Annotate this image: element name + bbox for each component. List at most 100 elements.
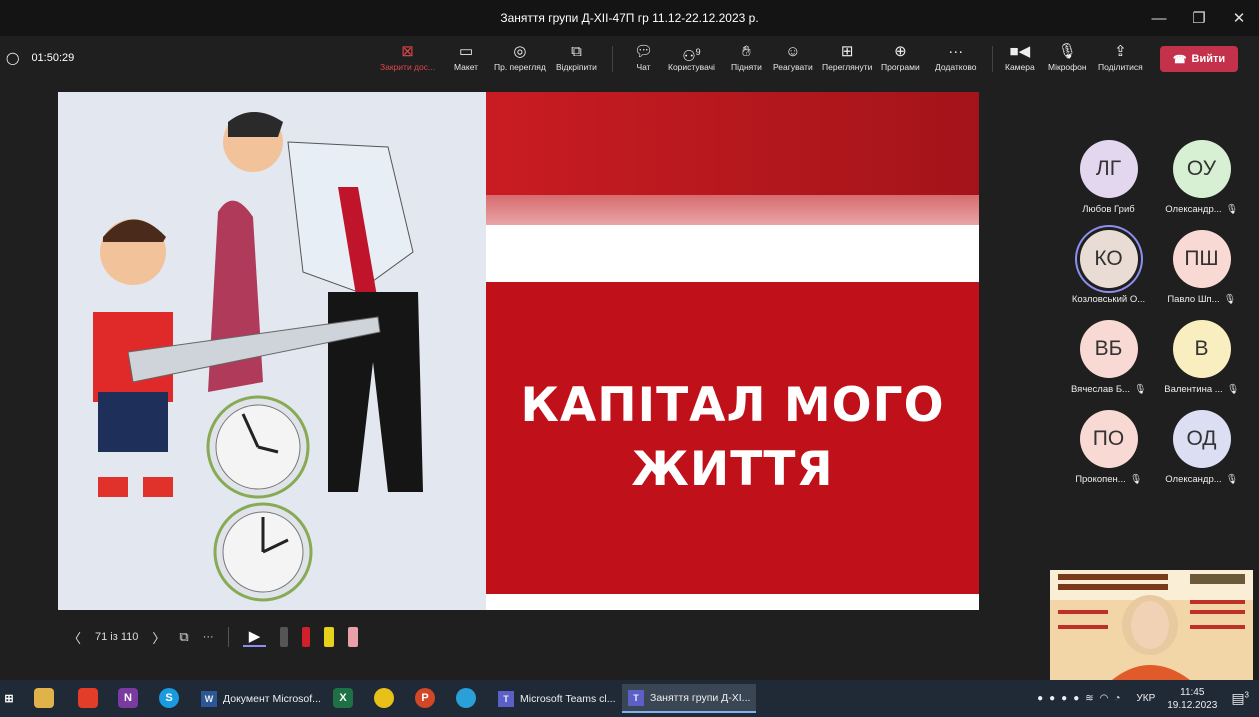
slide-grid-icon[interactable]: ⧉ — [179, 629, 188, 645]
presenter-video[interactable] — [1050, 570, 1253, 680]
prev-slide-button[interactable]: 〈 — [68, 628, 81, 647]
camera-button[interactable]: ■◀︎ Камера — [1005, 42, 1035, 72]
pointer-icon[interactable]: ▶ — [242, 627, 267, 647]
window-title: Заняття групи Д-ХІІ-47П гр 11.12-22.12.2… — [500, 11, 759, 25]
mic-muted-icon: 🎙︎ — [1225, 204, 1238, 215]
view-all-button[interactable]: ⊞ Переглянути — [822, 42, 872, 72]
avatar: ОД — [1172, 410, 1231, 468]
slide-title-panel: КАПІТАЛ МОГО ЖИТТЯ — [486, 92, 979, 610]
share-button[interactable]: ⇪ Поділитися — [1098, 42, 1143, 72]
eraser-icon[interactable] — [348, 627, 359, 647]
participant-tile[interactable]: ПШ Павло Шп... 🎙︎ — [1155, 230, 1248, 320]
avatar: ЛГ — [1079, 140, 1138, 198]
avatar: КО — [1079, 230, 1138, 288]
participant-tile[interactable]: В Валентина ... 🎙︎ — [1155, 320, 1248, 410]
meeting-timer: ◯ 01:50:29 — [6, 51, 74, 65]
title-bar: Заняття групи Д-ХІІ-47П гр 11.12-22.12.2… — [0, 0, 1259, 36]
word-icon: W — [201, 690, 217, 707]
chrome-icon[interactable] — [374, 688, 394, 708]
popout-icon: ⧉ — [571, 43, 582, 60]
elapsed-time: 01:50:29 — [31, 52, 75, 64]
next-slide-button[interactable]: 〉 — [152, 628, 165, 647]
system-tray: ●●●●≋◠◔ УКР 11:45 19.12.2023 ▤3 — [1037, 680, 1259, 717]
leave-button[interactable]: ☎ Вийти — [1160, 46, 1238, 72]
avatar: ПО — [1079, 410, 1138, 468]
taskbar-word-app[interactable]: W Документ Microsof... — [195, 684, 327, 713]
language-indicator[interactable]: УКР — [1136, 693, 1155, 704]
meeting-toolbar: ◯ 01:50:29 ⊠ Закрити дос... ▭ Макет ◎ Пр… — [0, 36, 1259, 82]
windows-start-icon[interactable]: ⊞ — [4, 688, 14, 708]
edge-icon[interactable] — [456, 688, 476, 708]
chat-button[interactable]: 💬︎ Чат — [634, 42, 653, 72]
plus-icon: ⊕ — [894, 43, 907, 60]
teams-icon: T — [498, 690, 514, 707]
more-button[interactable]: ··· Додатково — [935, 42, 976, 72]
clock[interactable]: 11:45 19.12.2023 — [1167, 686, 1217, 712]
tools-divider — [227, 627, 229, 647]
illustration-saw-clocks — [58, 92, 486, 610]
black-pen-icon[interactable] — [280, 627, 289, 647]
smiley-icon: ☺ — [785, 43, 801, 60]
slide-controls: 〈 71 із 110 〉 ⧉ ··· ▶ — [58, 622, 359, 652]
slide-illustration — [58, 92, 486, 610]
presentation-slide: КАПІТАЛ МОГО ЖИТТЯ — [58, 92, 979, 610]
mic-muted-icon: 🎙︎ — [1133, 384, 1147, 395]
apps-button[interactable]: ⊕ Програми — [881, 42, 920, 72]
eye-icon: ◎ — [513, 43, 527, 60]
phone-icon: ☎ — [1172, 53, 1187, 66]
slide-top-band — [486, 92, 979, 195]
participant-name: Олександр... — [1165, 204, 1222, 215]
avatar: ВБ — [1079, 320, 1138, 378]
red-pen-icon[interactable] — [302, 627, 311, 647]
participant-name: Олександр... — [1165, 474, 1222, 485]
slide-counter: 71 із 110 — [95, 631, 139, 643]
participant-name: Любов Гриб — [1082, 204, 1135, 215]
avatar: ОУ — [1172, 140, 1231, 198]
shield-icon: ◯ — [6, 51, 20, 65]
close-button[interactable]: ✕ — [1219, 0, 1259, 36]
layout-button[interactable]: ▭ Макет — [454, 42, 478, 72]
participant-tile[interactable]: ПО Прокопен... 🎙︎ — [1062, 410, 1155, 500]
shared-content-stage: КАПІТАЛ МОГО ЖИТТЯ 〈 71 із 110 〉 ⧉ ··· ▶ — [0, 82, 1050, 660]
stop-sharing-button[interactable]: ⊠ Закрити дос... — [380, 42, 435, 72]
raise-hand-button[interactable]: ✋︎ Підняти — [731, 42, 762, 72]
excel-icon[interactable]: X — [333, 688, 353, 708]
participant-tile[interactable]: ВБ Вячеслав Б... 🎙︎ — [1062, 320, 1155, 410]
mic-button[interactable]: 🎙︎ Мікрофон — [1048, 42, 1087, 72]
onenote-icon[interactable]: N — [118, 688, 138, 708]
file-explorer-icon[interactable] — [34, 688, 54, 708]
participant-name: Валентина ... — [1164, 384, 1223, 395]
participant-name: Прокопен... — [1075, 474, 1126, 485]
taskbar-meeting-app[interactable]: T Заняття групи Д-ХІ... — [622, 684, 757, 713]
highlighter-icon[interactable] — [324, 627, 335, 647]
participant-tile[interactable]: КО Козловський О... — [1062, 230, 1155, 320]
participant-tile[interactable]: ЛГ Любов Гриб — [1062, 140, 1155, 230]
toolbar-divider — [612, 46, 613, 72]
powerpoint-icon[interactable]: P — [415, 688, 435, 708]
notifications-icon[interactable]: ▤3 — [1231, 690, 1249, 707]
tray-icons[interactable]: ●●●●≋◠◔ — [1037, 693, 1126, 704]
skype-icon[interactable]: S — [159, 688, 179, 708]
grid-icon: ⊞ — [840, 43, 854, 60]
maximize-button[interactable]: ❐ — [1179, 0, 1219, 36]
toolbar-divider — [992, 46, 993, 72]
view-button[interactable]: ◎ Пр. перегляд — [494, 42, 546, 72]
slide-pink-band — [486, 195, 979, 225]
react-button[interactable]: ☺ Реагувати — [773, 42, 813, 72]
popout-button[interactable]: ⧉ Відкріпити — [556, 42, 597, 72]
window-controls: — ❐ ✕ — [1139, 0, 1259, 36]
mic-muted-icon: 🎙︎ — [1226, 384, 1239, 395]
slide-more-button[interactable]: ··· — [203, 631, 214, 643]
more-icon: ··· — [948, 43, 964, 60]
taskbar-teams-app[interactable]: T Microsoft Teams cl... — [492, 684, 622, 713]
minimize-button[interactable]: — — [1139, 0, 1179, 36]
app-icon[interactable] — [78, 688, 98, 708]
mic-muted-icon: 🎙︎ — [1225, 474, 1238, 485]
participant-tile[interactable]: ОУ Олександр... 🎙︎ — [1155, 140, 1248, 230]
participant-tile[interactable]: ОД Олександр... 🎙︎ — [1155, 410, 1248, 500]
taskbar: ⊞ N S W Документ Microsof... X P T Micro… — [0, 680, 1259, 717]
people-button[interactable]: ⚇9 Користувачі — [668, 42, 715, 72]
hand-icon: ✋︎ — [742, 43, 751, 60]
people-icon: ⚇9 — [682, 47, 701, 65]
mic-muted-icon: 🎙︎ — [1223, 294, 1236, 305]
